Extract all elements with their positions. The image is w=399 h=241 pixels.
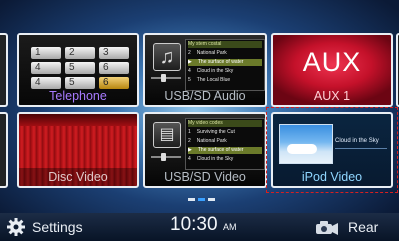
key-5: 5	[65, 62, 95, 74]
audio-list-item-selected: ▶ The surface of water	[188, 59, 262, 66]
page-dot	[208, 198, 215, 201]
ipod-video-label: iPod Video	[301, 170, 363, 184]
edge-tile-left-bottom	[0, 112, 8, 188]
video-list-item-text: Cloud in the Sky	[196, 156, 234, 162]
video-list-item: 2 National Park	[188, 138, 227, 144]
disc-video-tile[interactable]: Disc Video	[17, 112, 139, 188]
clock-ampm: AM	[223, 222, 237, 232]
audio-list-item-text: The Local Blue	[196, 77, 231, 83]
music-note-icon: ♫	[153, 43, 181, 71]
curtain-shade	[19, 114, 137, 126]
page-dot	[188, 198, 195, 201]
audio-list-item: 2 National Park	[188, 50, 227, 56]
rear-camera-icon	[316, 221, 338, 235]
bottom-status-bar: Settings 10:30 AM Rear	[0, 213, 399, 241]
settings-button[interactable]: Settings	[6, 215, 96, 239]
telephone-label: Telephone	[49, 89, 107, 103]
gear-icon	[7, 218, 25, 236]
key-6: 6	[99, 62, 129, 74]
settings-label: Settings	[32, 219, 83, 235]
usb-sd-audio-tile[interactable]: ♫ My stem costal 2 National Park ▶ The sur…	[143, 33, 267, 107]
video-list-item-selected: ▶ The surface of water	[188, 147, 262, 154]
home-menu-screen: 1 2 3 4 5 6 4 5 6 Telephone ♫ My stem co…	[0, 0, 399, 241]
clock: 10:30 AM	[170, 214, 237, 236]
film-strip-icon: ▤	[153, 122, 181, 148]
clock-time: 10:30	[170, 214, 218, 235]
rear-label: Rear	[348, 219, 379, 235]
ipod-video-tile[interactable]: Cloud in the Sky iPod Video	[271, 112, 393, 188]
video-list-item-text: National Park	[196, 138, 227, 144]
video-slider-icon	[151, 156, 181, 158]
edge-tile-left-top	[0, 33, 8, 107]
audio-list-item: 4 Cloud in the Sky	[188, 68, 234, 74]
aux-big-label: AUX	[302, 47, 362, 77]
key-4: 4	[31, 62, 61, 74]
audio-list-item-text: The surface of water	[197, 59, 244, 65]
video-slider-knob-icon	[161, 153, 166, 161]
aux-tile[interactable]: AUX AUX 1	[271, 33, 393, 107]
disc-video-label: Disc Video	[19, 168, 137, 186]
audio-list-header: My stem costal	[188, 41, 262, 48]
video-list-item-text: The surface of water	[197, 147, 244, 153]
usb-sd-audio-label: USB/SD Audio	[164, 89, 246, 103]
key-3: 3	[99, 47, 129, 59]
telephone-tile[interactable]: 1 2 3 4 5 6 4 5 6 Telephone	[17, 33, 139, 107]
aux-label: AUX 1	[313, 89, 351, 103]
key-6b: 6	[99, 77, 129, 89]
video-track-list: My video codes 1 Surviving the Cut 2 Natio…	[185, 118, 265, 170]
key-1: 1	[31, 47, 61, 59]
video-list-item: 4 Cloud in the Sky	[188, 156, 234, 162]
ipod-screen-title: Cloud in the Sky	[335, 138, 379, 144]
audio-list-item-text: National Park	[196, 50, 227, 56]
usb-sd-video-label: USB/SD Video	[164, 170, 246, 184]
rear-button[interactable]: Rear	[314, 215, 396, 239]
audio-list-item: 5 The Local Blue	[188, 77, 231, 83]
page-dot-current	[198, 198, 205, 201]
volume-slider-knob-icon	[161, 74, 166, 82]
key-2: 2	[65, 47, 95, 59]
video-list-header: My video codes	[188, 120, 262, 127]
ipod-screen-rule	[335, 148, 387, 149]
key-5b: 5	[65, 77, 95, 89]
audio-list-item-text: Cloud in the Sky	[196, 68, 234, 74]
video-list-item-text: Surviving the Cut	[196, 129, 235, 135]
audio-track-list: My stem costal 2 National Park ▶ The surfa…	[185, 39, 265, 91]
key-4b: 4	[31, 77, 61, 89]
video-list-item: 1 Surviving the Cut	[188, 129, 235, 135]
volume-slider-icon	[151, 77, 181, 79]
usb-sd-video-tile[interactable]: ▤ My video codes 1 Surviving the Cut 2 Nat…	[143, 112, 267, 188]
cloud-shape	[287, 144, 317, 154]
page-indicator	[188, 198, 216, 202]
